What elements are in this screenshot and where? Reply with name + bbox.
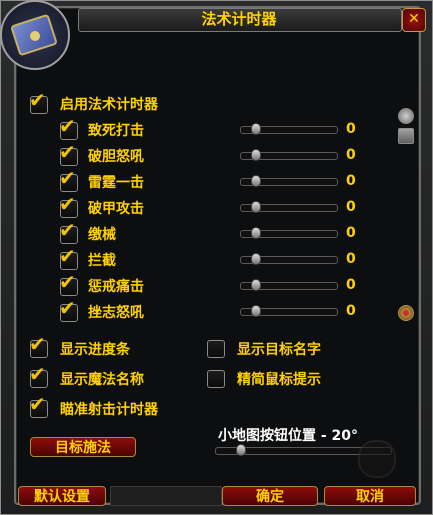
spellbook-portrait [0,0,70,70]
spell-value: 0 [346,251,356,267]
spell-value: 0 [346,147,356,163]
spell-label: 缴械 [88,227,116,243]
target-cast-button[interactable]: 目标施法 [30,437,136,457]
check-icon: ✔ [59,296,76,320]
spell-slider-thumb[interactable] [251,279,261,291]
spell-slider-thumb[interactable] [251,227,261,239]
check-icon: ✔ [29,392,46,416]
spell-checkbox[interactable]: ✔ [59,220,78,244]
spell-checkbox[interactable]: ✔ [59,142,78,166]
simple-tooltip-label: 精简鼠标提示 [237,372,321,388]
window-title: 法术计时器 [201,10,277,28]
spell-value: 0 [346,199,356,215]
check-icon: ✔ [59,140,76,164]
minimap-slider-thumb[interactable] [236,444,246,456]
scroll-up-button[interactable] [398,108,414,124]
check-icon: ✔ [59,192,76,216]
spell-checkbox[interactable]: ✔ [59,194,78,218]
aim-timer-label: 瞄准射击计时器 [60,402,158,418]
close-button[interactable]: ✕ [402,8,426,32]
check-icon: ✔ [29,362,46,386]
spell-checkbox[interactable]: ✔ [59,168,78,192]
spell-checkbox[interactable]: ✔ [59,298,78,322]
show-spell-name-checkbox[interactable]: ✔ [29,364,48,388]
book-ornament-icon [30,31,40,41]
scroll-down-button[interactable] [398,305,414,321]
spell-slider-thumb[interactable] [251,123,261,135]
spell-label: 拦截 [88,253,116,269]
ok-button[interactable]: 确定 [222,486,318,506]
spell-label: 雷霆一击 [88,175,144,191]
enable-spell-timer-checkbox[interactable]: ✔ [29,90,48,114]
spell-label: 致死打击 [88,123,144,139]
spell-label: 破甲攻击 [88,201,144,217]
check-icon: ✔ [59,270,76,294]
check-icon: ✔ [29,88,46,112]
check-icon: ✔ [59,218,76,242]
aim-timer-checkbox[interactable]: ✔ [29,394,48,418]
spell-label: 破胆怒吼 [88,149,144,165]
footer-spacer [110,486,222,506]
simple-tooltip-checkbox[interactable] [207,370,225,388]
show-progress-checkbox[interactable]: ✔ [29,334,48,358]
spell-slider-thumb[interactable] [251,253,261,265]
show-target-name-label: 显示目标名字 [237,342,321,358]
show-spell-name-label: 显示魔法名称 [60,372,144,388]
spell-slider-thumb[interactable] [251,201,261,213]
show-target-name-checkbox[interactable] [207,340,225,358]
show-progress-label: 显示进度条 [60,342,130,358]
spell-value: 0 [346,225,356,241]
spell-value: 0 [346,277,356,293]
spell-value: 0 [346,303,356,319]
spell-checkbox[interactable]: ✔ [59,272,78,296]
check-icon: ✔ [59,114,76,138]
cancel-button[interactable]: 取消 [324,486,416,506]
spell-value: 0 [346,173,356,189]
check-icon: ✔ [29,332,46,356]
reset-defaults-button[interactable]: 默认设置 [18,486,106,506]
scroll-thumb[interactable] [398,128,414,144]
check-icon: ✔ [59,244,76,268]
spell-slider-thumb[interactable] [251,305,261,317]
spell-label: 挫志怒吼 [88,305,144,321]
spell-label: 惩戒痛击 [88,279,144,295]
spell-value: 0 [346,121,356,137]
watermark-logo [358,440,396,478]
spell-slider-thumb[interactable] [251,175,261,187]
check-icon: ✔ [59,166,76,190]
spell-checkbox[interactable]: ✔ [59,116,78,140]
close-icon: ✕ [408,11,420,27]
spell-slider-thumb[interactable] [251,149,261,161]
spell-checkbox[interactable]: ✔ [59,246,78,270]
enable-spell-timer-label: 启用法术计时器 [60,97,158,113]
minimap-position-label: 小地图按钮位置 - 20° [218,428,359,444]
